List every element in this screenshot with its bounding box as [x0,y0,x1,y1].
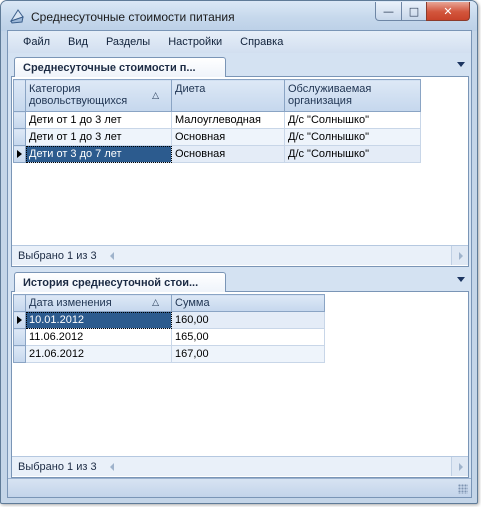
column-header-date[interactable]: Дата изменения △ [25,294,172,312]
close-button[interactable]: ✕ [426,2,470,21]
menu-sections[interactable]: Разделы [97,36,159,48]
size-grip-icon[interactable] [458,484,468,494]
costs-panel: Среднесуточные стоимости п... Категория … [11,55,469,267]
cell-organization[interactable]: Д/с "Солнышко" [284,145,421,163]
column-header-organization-label: Обслуживаемая организация [288,83,372,107]
history-panel: История среднесуточной стои... Дата изме… [11,270,469,478]
close-icon: ✕ [443,4,453,18]
column-header-category-label: Категория довольствующихся [29,83,128,107]
row-indicator-header [13,294,26,312]
cell-diet[interactable]: Малоуглеводная [171,111,285,129]
cell-organization[interactable]: Д/с "Солнышко" [284,128,421,146]
cell-date[interactable]: 10.01.2012 [25,311,172,329]
cell-sum[interactable]: 160,00 [171,311,325,329]
chevron-down-icon[interactable] [457,277,465,282]
cell-sum[interactable]: 167,00 [171,345,325,363]
menu-file[interactable]: Файл [14,36,59,48]
history-table: Дата изменения △ Сумма 10.01.2012 160,00… [13,294,325,363]
maximize-button[interactable]: □ [401,2,427,21]
scroll-left-icon[interactable] [110,463,114,471]
column-header-sum-label: Сумма [175,297,210,309]
costs-table: Категория довольствующихся △ Диета Обслу… [13,79,421,163]
scroll-right-button[interactable] [451,457,468,476]
scroll-left-icon[interactable] [110,252,114,260]
row-indicator[interactable] [13,145,26,163]
column-header-diet-label: Диета [175,83,206,95]
table-row[interactable]: Дети от 1 до 3 лет Основная Д/с "Солнышк… [13,128,421,146]
row-indicator-header [13,79,26,112]
cell-date[interactable]: 21.06.2012 [25,345,172,363]
menu-settings[interactable]: Настройки [159,36,231,48]
tab-cost-history-label: История среднесуточной стои... [23,277,199,289]
row-pointer-icon [17,150,22,158]
column-header-organization[interactable]: Обслуживаемая организация [284,79,421,112]
cell-diet[interactable]: Основная [171,145,285,163]
cell-organization[interactable]: Д/с "Солнышко" [284,111,421,129]
row-indicator[interactable] [13,345,26,363]
history-selection-count: Выбрано 1 из 3 [18,461,97,473]
row-indicator[interactable] [13,311,26,329]
window-title: Среднесуточные стоимости питания [31,10,235,24]
costs-panel-header: Среднесуточные стоимости п... [11,55,469,78]
table-row[interactable]: 11.06.2012 165,00 [13,328,325,346]
costs-grid: Категория довольствующихся △ Диета Обслу… [11,77,469,267]
column-header-diet[interactable]: Диета [171,79,285,112]
costs-selection-count: Выбрано 1 из 3 [18,250,97,262]
row-indicator[interactable] [13,128,26,146]
column-header-category[interactable]: Категория довольствующихся △ [25,79,172,112]
history-panel-header: История среднесуточной стои... [11,270,469,293]
menu-help[interactable]: Справка [231,36,292,48]
app-icon [9,9,24,24]
sort-ascending-icon: △ [152,298,159,308]
client-area: Файл Вид Разделы Настройки Справка Средн… [7,30,472,498]
cell-diet[interactable]: Основная [171,128,285,146]
sort-ascending-icon: △ [152,91,159,101]
cell-date[interactable]: 11.06.2012 [25,328,172,346]
tab-daily-costs[interactable]: Среднесуточные стоимости п... [14,57,226,78]
tab-cost-history[interactable]: История среднесуточной стои... [14,272,226,293]
cell-category[interactable]: Дети от 3 до 7 лет [25,145,172,163]
history-status-bar: Выбрано 1 из 3 [12,456,468,476]
title-bar[interactable]: Среднесуточные стоимости питания — □ ✕ [1,1,477,31]
row-indicator[interactable] [13,111,26,129]
tab-daily-costs-label: Среднесуточные стоимости п... [23,62,196,74]
menu-bar: Файл Вид Разделы Настройки Справка [8,31,471,53]
table-row[interactable]: Дети от 1 до 3 лет Малоуглеводная Д/с "С… [13,111,421,129]
column-header-sum[interactable]: Сумма [171,294,325,312]
table-row-selected[interactable]: Дети от 3 до 7 лет Основная Д/с "Солнышк… [13,145,421,163]
window-status-bar [8,478,471,497]
row-pointer-icon [17,316,22,324]
cell-category[interactable]: Дети от 1 до 3 лет [25,111,172,129]
chevron-down-icon[interactable] [457,62,465,67]
minimize-button[interactable]: — [375,2,402,21]
cell-sum[interactable]: 165,00 [171,328,325,346]
column-header-date-label: Дата изменения [29,297,112,309]
row-indicator[interactable] [13,328,26,346]
cell-category[interactable]: Дети от 1 до 3 лет [25,128,172,146]
menu-view[interactable]: Вид [59,36,97,48]
minimize-icon: — [383,4,394,18]
scroll-right-button[interactable] [451,246,468,265]
table-row-selected[interactable]: 10.01.2012 160,00 [13,311,325,329]
history-grid: Дата изменения △ Сумма 10.01.2012 160,00… [11,292,469,478]
costs-status-bar: Выбрано 1 из 3 [12,245,468,265]
app-window: Среднесуточные стоимости питания — □ ✕ Ф… [0,0,478,504]
table-row[interactable]: 21.06.2012 167,00 [13,345,325,363]
maximize-icon: □ [408,4,420,18]
